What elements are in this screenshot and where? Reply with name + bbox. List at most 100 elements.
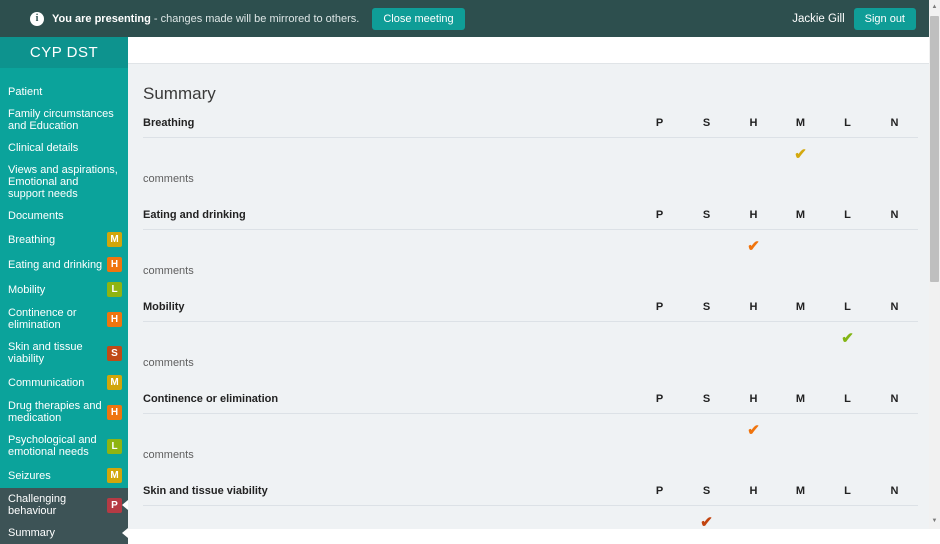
- close-meeting-button[interactable]: Close meeting: [372, 7, 465, 30]
- main-area: Summary Breathing P S H M L N ✔ comments Eating a…: [128, 37, 940, 529]
- sidebar-item-seizures[interactable]: Seizures M: [0, 463, 128, 488]
- rating-check-row: ✔: [143, 322, 918, 355]
- rating-check-row: ✔: [143, 230, 918, 263]
- top-bar: i You are presenting - changes made will…: [0, 0, 940, 37]
- rating-cell-h: ✔: [730, 238, 777, 256]
- column-header-m: M: [795, 301, 806, 313]
- rating-cell-s: ✔: [683, 514, 730, 530]
- sidebar-item-label: Documents: [8, 210, 64, 222]
- section-title: Mobility: [143, 301, 185, 313]
- sidebar-item-label: Family circumstances and Education: [8, 108, 114, 132]
- column-header-n: N: [890, 117, 899, 129]
- column-header-m: M: [795, 485, 806, 497]
- sidebar-item-skin-and-tissue-viability[interactable]: Skin and tissue viability S: [0, 336, 128, 370]
- column-header-n: N: [890, 393, 899, 405]
- scrollbar-down-arrow-icon[interactable]: ▼: [929, 515, 940, 528]
- comments-label: comments: [143, 265, 194, 277]
- column-header-l: L: [844, 301, 851, 313]
- presenting-message: You are presenting - changes made will b…: [52, 13, 359, 25]
- sidebar-item-breathing[interactable]: Breathing M: [0, 227, 128, 252]
- check-mark-icon: ✔: [747, 421, 760, 439]
- column-header-m: M: [795, 117, 806, 129]
- rating-badge-h: H: [107, 311, 122, 327]
- scrollbar-up-arrow-icon[interactable]: ▲: [929, 1, 940, 14]
- summary-sections: Breathing P S H M L N ✔ comments Eating and drink…: [143, 117, 918, 529]
- column-header-h: H: [749, 393, 758, 405]
- sidebar-items: Patient Family circumstances and Educatio…: [0, 81, 128, 544]
- sidebar-item-family-circumstances-and-education[interactable]: Family circumstances and Education: [0, 103, 128, 137]
- sidebar-item-mobility[interactable]: Mobility L: [0, 277, 128, 302]
- comments-label: comments: [143, 173, 194, 185]
- user-name: Jackie Gill: [792, 12, 845, 25]
- rating-check-row: ✔: [143, 138, 918, 171]
- scrollbar-thumb[interactable]: [930, 16, 939, 282]
- comments-label: comments: [143, 357, 194, 369]
- summary-section-breathing: Breathing P S H M L N ✔ comments: [143, 117, 918, 185]
- sign-out-button[interactable]: Sign out: [853, 7, 916, 30]
- section-title: Skin and tissue viability: [143, 485, 268, 497]
- page-title: Summary: [143, 84, 216, 103]
- sidebar-item-summary[interactable]: Summary: [0, 522, 128, 544]
- rating-column-headers: PSHMLN: [636, 117, 918, 129]
- info-icon: i: [30, 11, 44, 26]
- section-title: Continence or elimination: [143, 393, 279, 405]
- column-header-p: P: [655, 209, 664, 221]
- rating-column-headers: PSHMLN: [636, 485, 918, 497]
- column-header-s: S: [702, 393, 711, 405]
- sidebar-item-eating-and-drinking[interactable]: Eating and drinking H: [0, 252, 128, 277]
- sidebar-item-label: Communication: [8, 376, 85, 389]
- sidebar-item-label: Mobility: [8, 283, 46, 296]
- sidebar-item-label: Views and aspirations, Emotional and sup…: [8, 164, 118, 200]
- sidebar-item-label: Psychological and emotional needs: [8, 434, 97, 458]
- column-header-s: S: [702, 209, 711, 221]
- sidebar-item-patient[interactable]: Patient: [0, 81, 128, 103]
- sidebar-item-drug-therapies-and-medication[interactable]: Drug therapies and medication H: [0, 395, 128, 429]
- sidebar-item-communication[interactable]: Communication M: [0, 370, 128, 395]
- rating-cell-h: ✔: [730, 422, 777, 440]
- section-title: Breathing: [143, 117, 195, 129]
- check-mark-icon: ✔: [841, 329, 854, 347]
- summary-section-continence-or-elimination: Continence or elimination P S H M L N ✔ comments: [143, 393, 918, 461]
- rating-column-headers: PSHMLN: [636, 209, 918, 221]
- summary-section-eating-and-drinking: Eating and drinking P S H M L N ✔ comments: [143, 209, 918, 277]
- sidebar: CYP DST Patient Family circumstances and …: [0, 37, 128, 544]
- column-header-s: S: [702, 301, 711, 313]
- section-header: Skin and tissue viability P S H M L N: [143, 485, 918, 506]
- rating-badge-s: S: [107, 345, 122, 361]
- vertical-scrollbar[interactable]: ▲ ▼: [929, 0, 940, 529]
- column-header-s: S: [702, 117, 711, 129]
- sidebar-item-psychological-and-emotional-needs[interactable]: Psychological and emotional needs L: [0, 429, 128, 463]
- section-header: Eating and drinking P S H M L N: [143, 209, 918, 230]
- selected-notch-icon: [122, 500, 128, 510]
- column-header-p: P: [655, 393, 664, 405]
- sidebar-item-label: Breathing: [8, 233, 56, 246]
- column-header-n: N: [890, 485, 899, 497]
- column-header-h: H: [749, 117, 758, 129]
- rating-badge-m: M: [107, 375, 122, 390]
- column-header-h: H: [749, 209, 758, 221]
- rating-badge-m: M: [107, 232, 122, 247]
- rating-badge-h: H: [107, 404, 122, 420]
- column-header-h: H: [749, 301, 758, 313]
- sidebar-item-views-and-aspirations-emotional-and-support-needs[interactable]: Views and aspirations, Emotional and sup…: [0, 159, 128, 205]
- rating-column-headers: PSHMLN: [636, 393, 918, 405]
- sidebar-item-continence-or-elimination[interactable]: Continence or elimination H: [0, 302, 128, 336]
- rating-badge-l: L: [107, 438, 122, 454]
- section-title: Eating and drinking: [143, 209, 246, 221]
- sidebar-item-label: Challenging behaviour: [8, 493, 67, 517]
- check-mark-icon: ✔: [747, 237, 760, 255]
- sidebar-item-clinical-details[interactable]: Clinical details: [0, 137, 128, 159]
- sidebar-item-documents[interactable]: Documents: [0, 205, 128, 227]
- sidebar-item-challenging-behaviour[interactable]: Challenging behaviour P: [0, 488, 128, 522]
- rating-badge-h: H: [107, 257, 122, 272]
- column-header-l: L: [844, 209, 851, 221]
- column-header-l: L: [844, 393, 851, 405]
- column-header-p: P: [655, 301, 664, 313]
- sidebar-item-label: Seizures: [8, 469, 51, 482]
- rating-badge-l: L: [107, 282, 122, 297]
- sidebar-item-label: Continence or elimination: [8, 307, 77, 331]
- sidebar-item-label: Patient: [8, 86, 43, 98]
- summary-section-mobility: Mobility P S H M L N ✔ comments: [143, 301, 918, 369]
- rating-badge-p: P: [107, 497, 122, 513]
- rating-cell-l: ✔: [824, 330, 871, 348]
